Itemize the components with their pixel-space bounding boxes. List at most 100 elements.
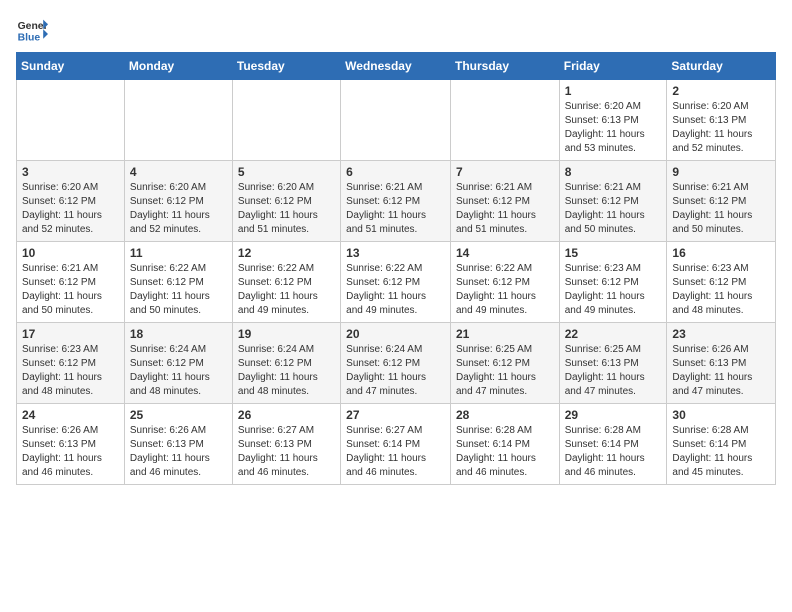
day-number: 16 (672, 246, 770, 260)
calendar-header-saturday: Saturday (667, 53, 776, 80)
calendar-cell: 25 Sunrise: 6:26 AMSunset: 6:13 PMDayligh… (124, 404, 232, 485)
calendar-cell: 7 Sunrise: 6:21 AMSunset: 6:12 PMDaylight… (450, 161, 559, 242)
calendar-cell: 4 Sunrise: 6:20 AMSunset: 6:12 PMDaylight… (124, 161, 232, 242)
calendar-cell: 26 Sunrise: 6:27 AMSunset: 6:13 PMDayligh… (232, 404, 340, 485)
calendar-cell: 17 Sunrise: 6:23 AMSunset: 6:12 PMDayligh… (17, 323, 125, 404)
calendar-cell (341, 80, 451, 161)
day-info: Sunrise: 6:28 AMSunset: 6:14 PMDaylight:… (565, 424, 662, 480)
day-info: Sunrise: 6:26 AMSunset: 6:13 PMDaylight:… (672, 343, 770, 399)
calendar-cell (17, 80, 125, 161)
day-info: Sunrise: 6:25 AMSunset: 6:13 PMDaylight:… (565, 343, 662, 399)
day-info: Sunrise: 6:23 AMSunset: 6:12 PMDaylight:… (22, 343, 119, 399)
day-info: Sunrise: 6:26 AMSunset: 6:13 PMDaylight:… (130, 424, 227, 480)
calendar-cell: 14 Sunrise: 6:22 AMSunset: 6:12 PMDayligh… (450, 242, 559, 323)
calendar-header-thursday: Thursday (450, 53, 559, 80)
day-info: Sunrise: 6:25 AMSunset: 6:12 PMDaylight:… (456, 343, 554, 399)
calendar-cell: 16Sunrise: 6:23 AMSunset: 6:12 PMDayligh… (667, 242, 776, 323)
calendar-week-3: 10Sunrise: 6:21 AMSunset: 6:12 PMDayligh… (17, 242, 776, 323)
day-number: 30 (672, 408, 770, 422)
day-info: Sunrise: 6:20 AMSunset: 6:12 PMDaylight:… (130, 181, 227, 237)
calendar-cell: 11 Sunrise: 6:22 AMSunset: 6:12 PMDayligh… (124, 242, 232, 323)
day-info: Sunrise: 6:22 AMSunset: 6:12 PMDaylight:… (130, 262, 227, 318)
day-info: Sunrise: 6:28 AMSunset: 6:14 PMDaylight:… (456, 424, 554, 480)
calendar-cell: 20Sunrise: 6:24 AMSunset: 6:12 PMDayligh… (341, 323, 451, 404)
day-number: 12 (238, 246, 335, 260)
day-number: 14 (456, 246, 554, 260)
calendar-header-monday: Monday (124, 53, 232, 80)
day-info: Sunrise: 6:22 AMSunset: 6:12 PMDaylight:… (346, 262, 445, 318)
calendar-table: SundayMondayTuesdayWednesdayThursdayFrid… (16, 52, 776, 485)
calendar-cell: 10Sunrise: 6:21 AMSunset: 6:12 PMDayligh… (17, 242, 125, 323)
calendar-cell: 3Sunrise: 6:20 AMSunset: 6:12 PMDaylight… (17, 161, 125, 242)
calendar-cell: 9 Sunrise: 6:21 AMSunset: 6:12 PMDaylight… (667, 161, 776, 242)
calendar-cell: 21 Sunrise: 6:25 AMSunset: 6:12 PMDayligh… (450, 323, 559, 404)
calendar-header-sunday: Sunday (17, 53, 125, 80)
day-number: 4 (130, 165, 227, 179)
day-number: 29 (565, 408, 662, 422)
day-number: 7 (456, 165, 554, 179)
day-number: 1 (565, 84, 662, 98)
day-info: Sunrise: 6:21 AMSunset: 6:12 PMDaylight:… (565, 181, 662, 237)
day-number: 27 (346, 408, 445, 422)
day-number: 22 (565, 327, 662, 341)
day-number: 24 (22, 408, 119, 422)
calendar-cell: 5 Sunrise: 6:20 AMSunset: 6:12 PMDaylight… (232, 161, 340, 242)
calendar-cell: 19 Sunrise: 6:24 AMSunset: 6:12 PMDayligh… (232, 323, 340, 404)
day-number: 8 (565, 165, 662, 179)
calendar-cell (124, 80, 232, 161)
day-info: Sunrise: 6:21 AMSunset: 6:12 PMDaylight:… (346, 181, 445, 237)
calendar-week-2: 3 Sunrise: 6:20 AMSunset: 6:12 PMDaylight… (17, 161, 776, 242)
day-number: 21 (456, 327, 554, 341)
day-info: Sunrise: 6:22 AMSunset: 6:12 PMDaylight:… (456, 262, 554, 318)
day-info: Sunrise: 6:24 AMSunset: 6:12 PMDaylight:… (130, 343, 227, 399)
day-number: 28 (456, 408, 554, 422)
day-info: Sunrise: 6:26 AMSunset: 6:13 PMDaylight:… (22, 424, 119, 480)
day-info: Sunrise: 6:20 AMSunset: 6:13 PMDaylight:… (565, 100, 662, 156)
day-info: Sunrise: 6:21 AMSunset: 6:12 PMDaylight:… (456, 181, 554, 237)
svg-text:Blue: Blue (18, 32, 41, 43)
day-number: 19 (238, 327, 335, 341)
day-info: Sunrise: 6:21 AMSunset: 6:12 PMDaylight:… (22, 262, 119, 318)
day-number: 3 (22, 165, 119, 179)
day-info: Sunrise: 6:20 AMSunset: 6:12 PMDaylight:… (238, 181, 335, 237)
day-number: 25 (130, 408, 227, 422)
day-number: 26 (238, 408, 335, 422)
calendar-header-row: SundayMondayTuesdayWednesdayThursdayFrid… (17, 53, 776, 80)
calendar-cell: 28 Sunrise: 6:28 AMSunset: 6:14 PMDayligh… (450, 404, 559, 485)
day-number: 17 (22, 327, 119, 341)
calendar-cell: 6Sunrise: 6:21 AMSunset: 6:12 PMDaylight… (341, 161, 451, 242)
day-info: Sunrise: 6:27 AMSunset: 6:13 PMDaylight:… (238, 424, 335, 480)
calendar-cell (232, 80, 340, 161)
calendar-cell: 2Sunrise: 6:20 AMSunset: 6:13 PMDaylight… (667, 80, 776, 161)
day-info: Sunrise: 6:23 AMSunset: 6:12 PMDaylight:… (565, 262, 662, 318)
calendar-cell: 15Sunrise: 6:23 AMSunset: 6:12 PMDayligh… (559, 242, 667, 323)
logo: General Blue (16, 16, 52, 44)
calendar-cell: 23 Sunrise: 6:26 AMSunset: 6:13 PMDayligh… (667, 323, 776, 404)
day-number: 11 (130, 246, 227, 260)
day-info: Sunrise: 6:24 AMSunset: 6:12 PMDaylight:… (346, 343, 445, 399)
calendar-cell: 22 Sunrise: 6:25 AMSunset: 6:13 PMDayligh… (559, 323, 667, 404)
calendar-header-tuesday: Tuesday (232, 53, 340, 80)
calendar-cell: 27Sunrise: 6:27 AMSunset: 6:14 PMDayligh… (341, 404, 451, 485)
calendar-cell: 1 Sunrise: 6:20 AMSunset: 6:13 PMDaylight… (559, 80, 667, 161)
day-number: 13 (346, 246, 445, 260)
day-number: 9 (672, 165, 770, 179)
calendar-cell: 24 Sunrise: 6:26 AMSunset: 6:13 PMDayligh… (17, 404, 125, 485)
day-number: 23 (672, 327, 770, 341)
calendar-cell: 18 Sunrise: 6:24 AMSunset: 6:12 PMDayligh… (124, 323, 232, 404)
day-number: 2 (672, 84, 770, 98)
calendar-cell: 29 Sunrise: 6:28 AMSunset: 6:14 PMDayligh… (559, 404, 667, 485)
calendar-week-5: 24 Sunrise: 6:26 AMSunset: 6:13 PMDayligh… (17, 404, 776, 485)
day-info: Sunrise: 6:21 AMSunset: 6:12 PMDaylight:… (672, 181, 770, 237)
day-info: Sunrise: 6:24 AMSunset: 6:12 PMDaylight:… (238, 343, 335, 399)
day-number: 5 (238, 165, 335, 179)
calendar-cell: 8 Sunrise: 6:21 AMSunset: 6:12 PMDaylight… (559, 161, 667, 242)
calendar-cell (450, 80, 559, 161)
calendar-header-wednesday: Wednesday (341, 53, 451, 80)
day-number: 18 (130, 327, 227, 341)
logo-icon: General Blue (16, 16, 48, 44)
calendar-cell: 12 Sunrise: 6:22 AMSunset: 6:12 PMDayligh… (232, 242, 340, 323)
calendar-cell: 30Sunrise: 6:28 AMSunset: 6:14 PMDayligh… (667, 404, 776, 485)
calendar-week-1: 1 Sunrise: 6:20 AMSunset: 6:13 PMDaylight… (17, 80, 776, 161)
day-info: Sunrise: 6:22 AMSunset: 6:12 PMDaylight:… (238, 262, 335, 318)
